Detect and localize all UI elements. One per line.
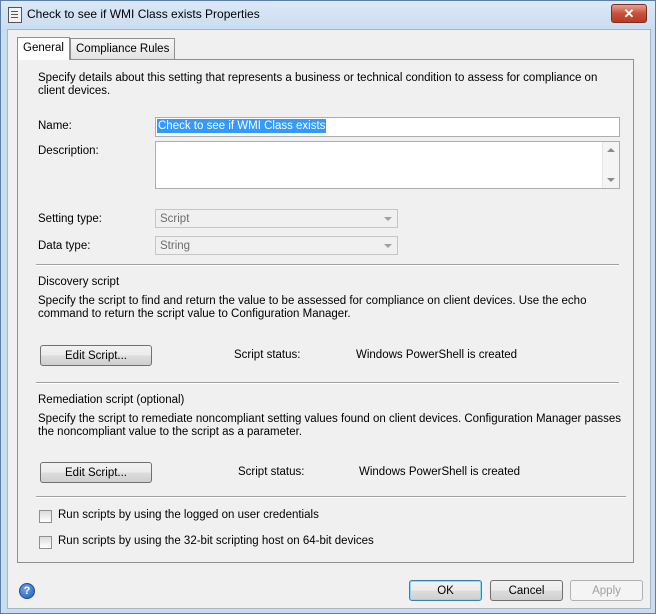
title-bar[interactable]: Check to see if WMI Class exists Propert… [1,1,655,28]
separator [36,264,619,266]
name-field[interactable]: Check to see if WMI Class exists [155,117,620,137]
name-label: Name: [38,120,72,132]
data-type-select: String [155,236,398,255]
scripting-host-32bit-label[interactable]: Run scripts by using the 32-bit scriptin… [58,535,374,547]
separator [36,382,619,384]
properties-window: Check to see if WMI Class exists Propert… [0,0,656,614]
remediation-description: Specify the script to remediate noncompl… [38,413,621,438]
apply-button[interactable]: Apply [570,580,643,601]
data-type-value: String [160,240,191,252]
discovery-edit-script-button[interactable]: Edit Script... [40,345,152,366]
close-button[interactable]: ✕ [611,4,647,23]
scroll-down-icon[interactable] [607,178,615,182]
logged-on-credentials-label[interactable]: Run scripts by using the logged on user … [58,509,319,521]
dialog-client-area: General Compliance Rules Specify details… [7,29,651,609]
cancel-button[interactable]: Cancel [490,580,563,601]
data-type-label: Data type: [38,240,91,252]
remediation-edit-script-button[interactable]: Edit Script... [40,462,152,483]
setting-type-select: Script [155,209,398,228]
help-icon[interactable]: ? [19,583,35,599]
window-title: Check to see if WMI Class exists Propert… [27,7,260,21]
remediation-status-value: Windows PowerShell is created [359,466,521,478]
intro-text: Specify details about this setting that … [38,72,598,97]
logged-on-credentials-checkbox[interactable] [39,510,52,523]
discovery-status-value: Windows PowerShell is created [356,349,518,361]
tab-general[interactable]: General [17,37,70,60]
setting-type-value: Script [160,213,190,225]
name-field-value: Check to see if WMI Class exists [157,119,327,133]
chevron-down-icon [384,217,392,221]
remediation-status-label: Script status: [238,466,305,478]
remediation-heading: Remediation script (optional) [38,394,185,406]
properties-window-icon [8,7,22,23]
scripting-host-32bit-checkbox[interactable] [39,536,52,549]
setting-type-label: Setting type: [38,213,102,225]
description-field[interactable] [155,141,620,189]
description-label: Description: [38,145,99,157]
ok-button[interactable]: OK [409,580,482,601]
discovery-status-label: Script status: [234,349,301,361]
discovery-description: Specify the script to find and return th… [38,295,587,320]
chevron-down-icon [384,244,392,248]
tab-compliance-rules[interactable]: Compliance Rules [70,38,176,59]
separator [36,496,626,498]
general-tab-panel: Specify details about this setting that … [17,59,634,563]
description-scrollbar[interactable] [602,142,619,188]
scroll-up-icon[interactable] [607,148,615,152]
discovery-heading: Discovery script [38,276,120,288]
